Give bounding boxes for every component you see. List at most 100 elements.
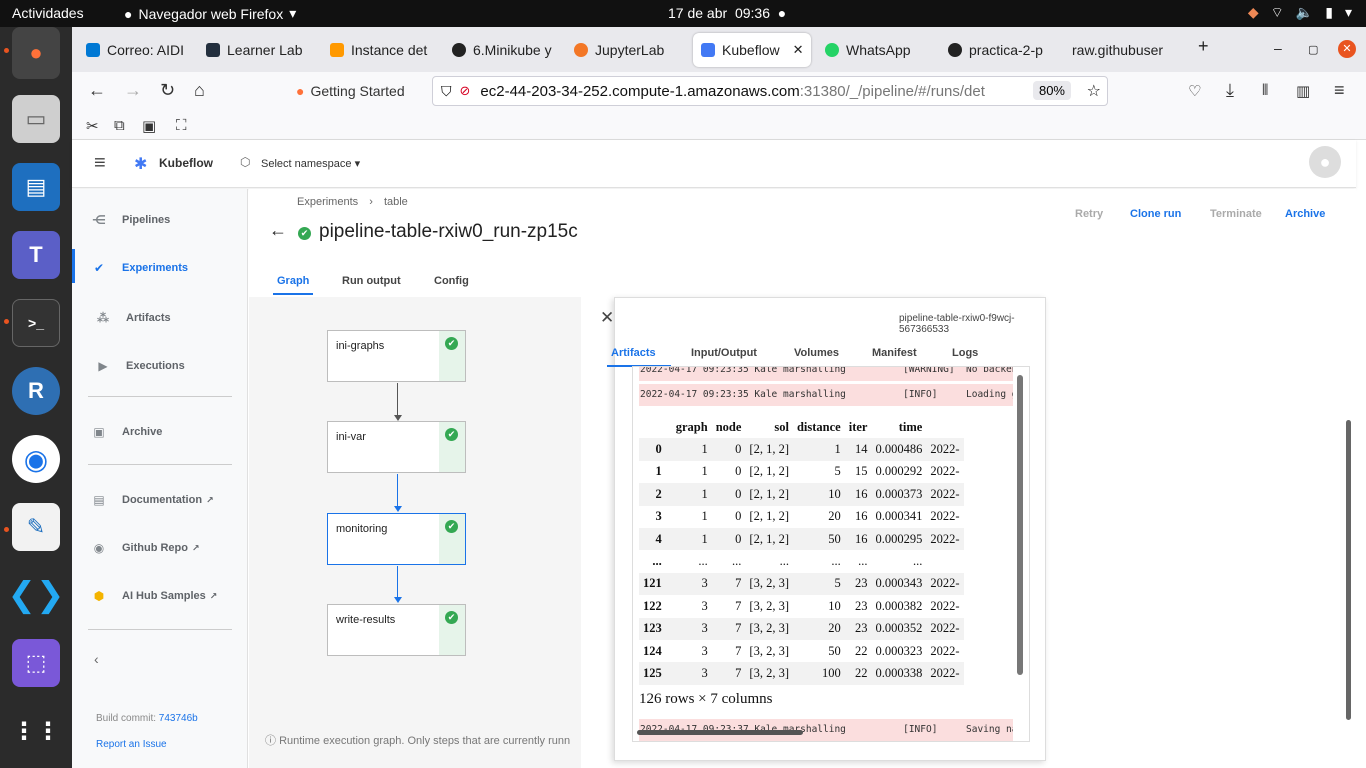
activities-button[interactable]: Actividades: [12, 5, 84, 21]
terminal-launcher-icon[interactable]: >_: [12, 299, 60, 347]
edge-arrowhead: [394, 597, 402, 603]
close-window-button[interactable]: ✕: [1338, 40, 1356, 58]
writer-launcher-icon[interactable]: ▤: [12, 163, 60, 211]
sidebar-item-github-repo[interactable]: ◉ Github Repo ↗: [92, 541, 200, 555]
archive-button[interactable]: Archive: [1285, 208, 1325, 220]
show-apps-icon[interactable]: ⋮⋮: [12, 707, 60, 755]
sidebar-item-executions[interactable]: ▶ Executions: [96, 359, 184, 373]
tab-input-output[interactable]: Input/Output: [691, 347, 757, 359]
node-label: monitoring: [336, 523, 388, 535]
sidebar-item-experiments[interactable]: ✔ Experiments: [92, 261, 188, 275]
collapse-chevron-icon[interactable]: ‹: [94, 651, 99, 667]
artifact-vertical-scrollbar[interactable]: [1017, 375, 1023, 675]
maximize-button[interactable]: ▢: [1308, 43, 1318, 56]
tab-volumes[interactable]: Volumes: [794, 347, 839, 359]
home-icon[interactable]: ⌂: [194, 80, 205, 101]
downloads-icon[interactable]: ⤓: [1226, 80, 1234, 101]
tab-raw-github[interactable]: raw.githubuser: [1064, 33, 1174, 67]
tab-correo[interactable]: Correo: AIDI: [78, 33, 196, 67]
page-vertical-scrollbar[interactable]: [1346, 420, 1351, 720]
tab-manifest[interactable]: Manifest: [872, 347, 917, 359]
tab-run-output[interactable]: Run output: [342, 275, 401, 287]
graph-node-ini-var[interactable]: ini-var ✔: [327, 421, 466, 473]
back-arrow-icon[interactable]: ←: [269, 220, 287, 241]
artifact-html-output[interactable]: 2022-04-17 09:23:35 Kale marshalling [WA…: [632, 366, 1030, 742]
retry-button[interactable]: Retry: [1075, 208, 1103, 220]
menu-icon[interactable]: ≡: [94, 152, 106, 175]
graph-node-ini-graphs[interactable]: ini-graphs ✔: [327, 330, 466, 382]
kubeflow-brand[interactable]: Kubeflow: [159, 156, 213, 170]
power-menu-icon[interactable]: ▾: [1345, 4, 1352, 22]
tab-practica[interactable]: practica-2-p: [940, 33, 1058, 67]
hamburger-menu-icon[interactable]: ≡: [1334, 80, 1345, 101]
clock[interactable]: 17 de abr 09:36 ●: [668, 5, 786, 21]
tab-logs[interactable]: Logs: [952, 347, 978, 359]
reload-icon[interactable]: ↻: [160, 80, 175, 101]
screenshot-icon[interactable]: ⛶: [176, 117, 187, 134]
tab-learner-lab[interactable]: Learner Lab: [198, 33, 318, 67]
namespace-selector[interactable]: Select namespace ▾: [261, 157, 360, 170]
sidebar-item-artifacts[interactable]: ⁂ Artifacts: [96, 311, 171, 325]
bookmark-star-icon[interactable]: ☆: [1087, 81, 1101, 101]
paste-icon[interactable]: ▣: [142, 117, 156, 135]
sidebar-item-pipelines[interactable]: ⋲ Pipelines: [92, 213, 170, 227]
library-icon[interactable]: ⫴: [1262, 82, 1268, 99]
clone-run-button[interactable]: Clone run: [1130, 208, 1181, 220]
tab-jupyterlab[interactable]: JupyterLab: [566, 33, 684, 67]
screenshot-launcher-icon[interactable]: ⬚: [12, 639, 60, 687]
sidebar-toggle-icon[interactable]: ▥: [1296, 82, 1310, 100]
copy-icon[interactable]: ⧉: [114, 117, 125, 134]
minimize-button[interactable]: –: [1274, 40, 1282, 56]
graph-node-monitoring[interactable]: monitoring ✔: [327, 513, 466, 565]
tab-graph[interactable]: Graph: [277, 275, 309, 287]
volume-icon[interactable]: 🔈: [1296, 4, 1313, 22]
files-launcher-icon[interactable]: ▭: [12, 95, 60, 143]
forward-arrow-icon[interactable]: →: [124, 80, 142, 101]
build-commit-link[interactable]: 743746b: [159, 713, 198, 724]
vscode-launcher-icon[interactable]: ❮❯: [8, 571, 65, 619]
tab-whatsapp[interactable]: WhatsApp: [817, 33, 935, 67]
close-icon[interactable]: ✕: [600, 308, 614, 328]
text-editor-launcher-icon[interactable]: ✎: [12, 503, 60, 551]
breadcrumb-experiment[interactable]: table: [384, 196, 408, 208]
teams-launcher-icon[interactable]: T: [12, 231, 60, 279]
tab-minikube[interactable]: 6.Minikube y: [444, 33, 562, 67]
graph-node-write-results[interactable]: write-results ✔: [327, 604, 466, 656]
firefox-launcher-icon[interactable]: ●: [12, 27, 60, 79]
new-tab-button[interactable]: +: [1198, 36, 1209, 57]
cut-icon[interactable]: ✂: [86, 117, 99, 135]
report-issue-link[interactable]: Report an Issue: [96, 739, 167, 750]
build-label: Build commit:: [96, 713, 157, 724]
avatar[interactable]: ●: [1309, 146, 1341, 178]
pocket-icon[interactable]: ♡: [1188, 82, 1201, 100]
tab-label: Correo: AIDI: [107, 42, 185, 58]
insecure-lock-icon[interactable]: ⊘: [460, 83, 471, 99]
system-tray[interactable]: ◆ ⌔ 🔈 ▮ ▾: [1248, 4, 1352, 22]
table-cell: 2022-: [930, 531, 960, 546]
app-menu[interactable]: ● Navegador web Firefox ▾: [124, 5, 296, 22]
terminate-button[interactable]: Terminate: [1210, 208, 1262, 220]
battery-icon[interactable]: ▮: [1325, 4, 1333, 22]
back-arrow-icon[interactable]: ←: [88, 80, 106, 101]
url-bar[interactable]: ⛉ ⊘ ec2-44-203-34-252.compute-1.amazonaw…: [432, 76, 1108, 106]
tab-artifacts[interactable]: Artifacts: [611, 347, 656, 359]
tab-instance[interactable]: Instance det: [322, 33, 440, 67]
zoom-indicator[interactable]: 80%: [1032, 81, 1071, 100]
tab-kubeflow[interactable]: Kubeflow ✕: [693, 33, 811, 67]
chrome-launcher-icon[interactable]: ◉: [12, 435, 60, 483]
sidebar-item-documentation[interactable]: ▤ Documentation ↗: [92, 493, 213, 507]
shield-icon[interactable]: ⛉: [441, 83, 452, 100]
table-row: 125 3 7 [3, 2, 3] 100 22 0.000338 2022-: [639, 662, 964, 685]
r-launcher-icon[interactable]: R: [12, 367, 60, 415]
wifi-icon[interactable]: ⌔: [1271, 4, 1284, 22]
sidebar-item-ai-hub[interactable]: ⬢ AI Hub Samples ↗: [92, 589, 218, 603]
getting-started-bookmark[interactable]: ● Getting Started: [296, 83, 405, 99]
artifact-horizontal-scrollbar[interactable]: [637, 730, 803, 735]
breadcrumb-experiments[interactable]: Experiments: [297, 196, 358, 208]
graph-edge: [397, 566, 398, 597]
close-tab-icon[interactable]: ✕: [793, 42, 804, 58]
node-label: write-results: [336, 614, 396, 626]
sidebar-item-archive[interactable]: ▣ Archive: [92, 425, 162, 439]
tab-config[interactable]: Config: [434, 275, 469, 287]
extension-icon[interactable]: ◆: [1248, 4, 1259, 22]
